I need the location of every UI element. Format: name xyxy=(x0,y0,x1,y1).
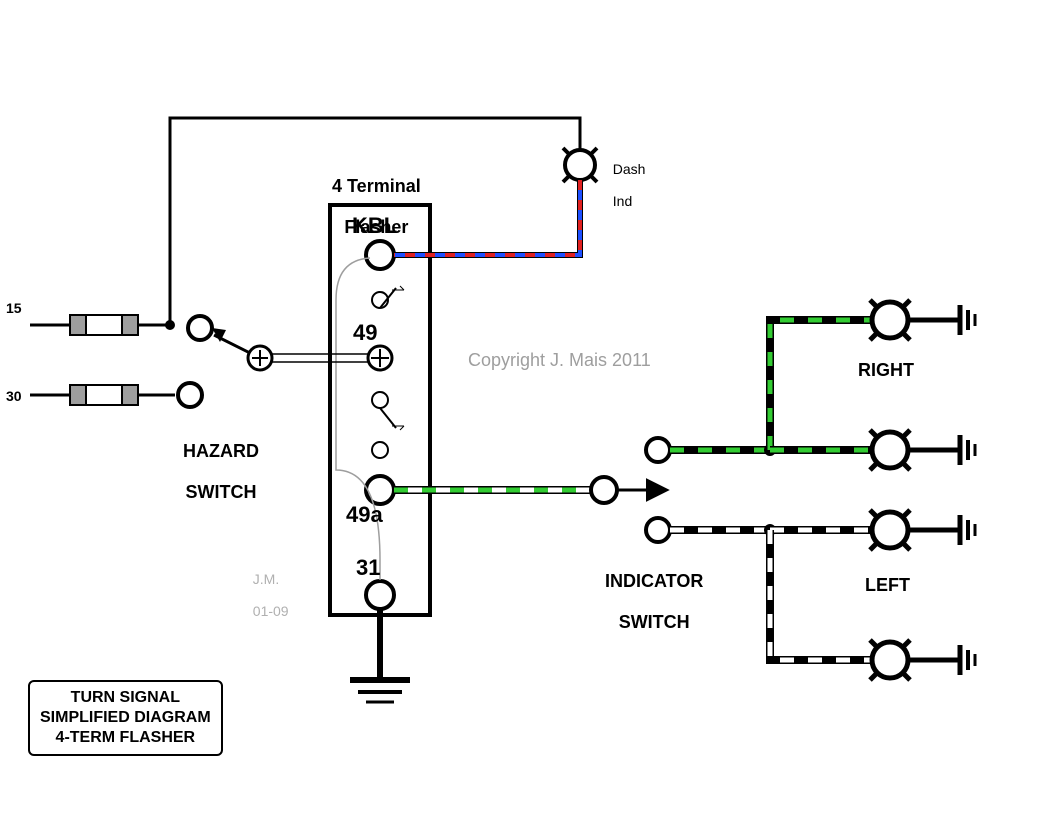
indicator-pole-left xyxy=(646,518,670,542)
indicator-common xyxy=(591,477,617,503)
lamp-left-front xyxy=(870,510,975,550)
right-lamps-wiring xyxy=(670,320,870,456)
dash-indicator-lamp xyxy=(563,148,597,182)
indicator-pole-right xyxy=(646,438,670,462)
lamp-right-front xyxy=(870,300,975,340)
fuse-30 xyxy=(30,383,202,407)
label-fuse-30: 30 xyxy=(6,388,22,404)
lamp-right-rear xyxy=(870,430,975,470)
wire-dash-kbl xyxy=(394,180,580,255)
title-box: TURN SIGNAL SIMPLIFIED DIAGRAM 4-TERM FL… xyxy=(28,680,223,756)
label-left: LEFT xyxy=(865,575,910,596)
label-dash-ind: Dash Ind xyxy=(605,145,645,209)
label-hazard-switch: HAZARD SWITCH xyxy=(173,420,259,503)
lamp-left-rear xyxy=(870,640,975,680)
label-fuse-15: 15 xyxy=(6,300,22,316)
terminal-49a xyxy=(366,476,394,504)
label-author: J.M. 01-09 xyxy=(245,555,289,619)
label-49: 49 xyxy=(353,320,377,345)
hazard-node-b xyxy=(178,383,202,407)
label-49a: 49a xyxy=(346,502,383,527)
label-indicator-switch: INDICATOR SWITCH xyxy=(595,550,703,633)
label-31: 31 xyxy=(356,555,380,580)
fuse-15 xyxy=(30,315,175,335)
label-copyright: Copyright J. Mais 2011 xyxy=(468,350,651,371)
label-right: RIGHT xyxy=(858,360,914,381)
terminal-kbl xyxy=(366,241,394,269)
terminal-31 xyxy=(366,581,394,609)
label-kbl: KBL xyxy=(352,213,397,238)
hazard-node-a xyxy=(188,316,212,340)
